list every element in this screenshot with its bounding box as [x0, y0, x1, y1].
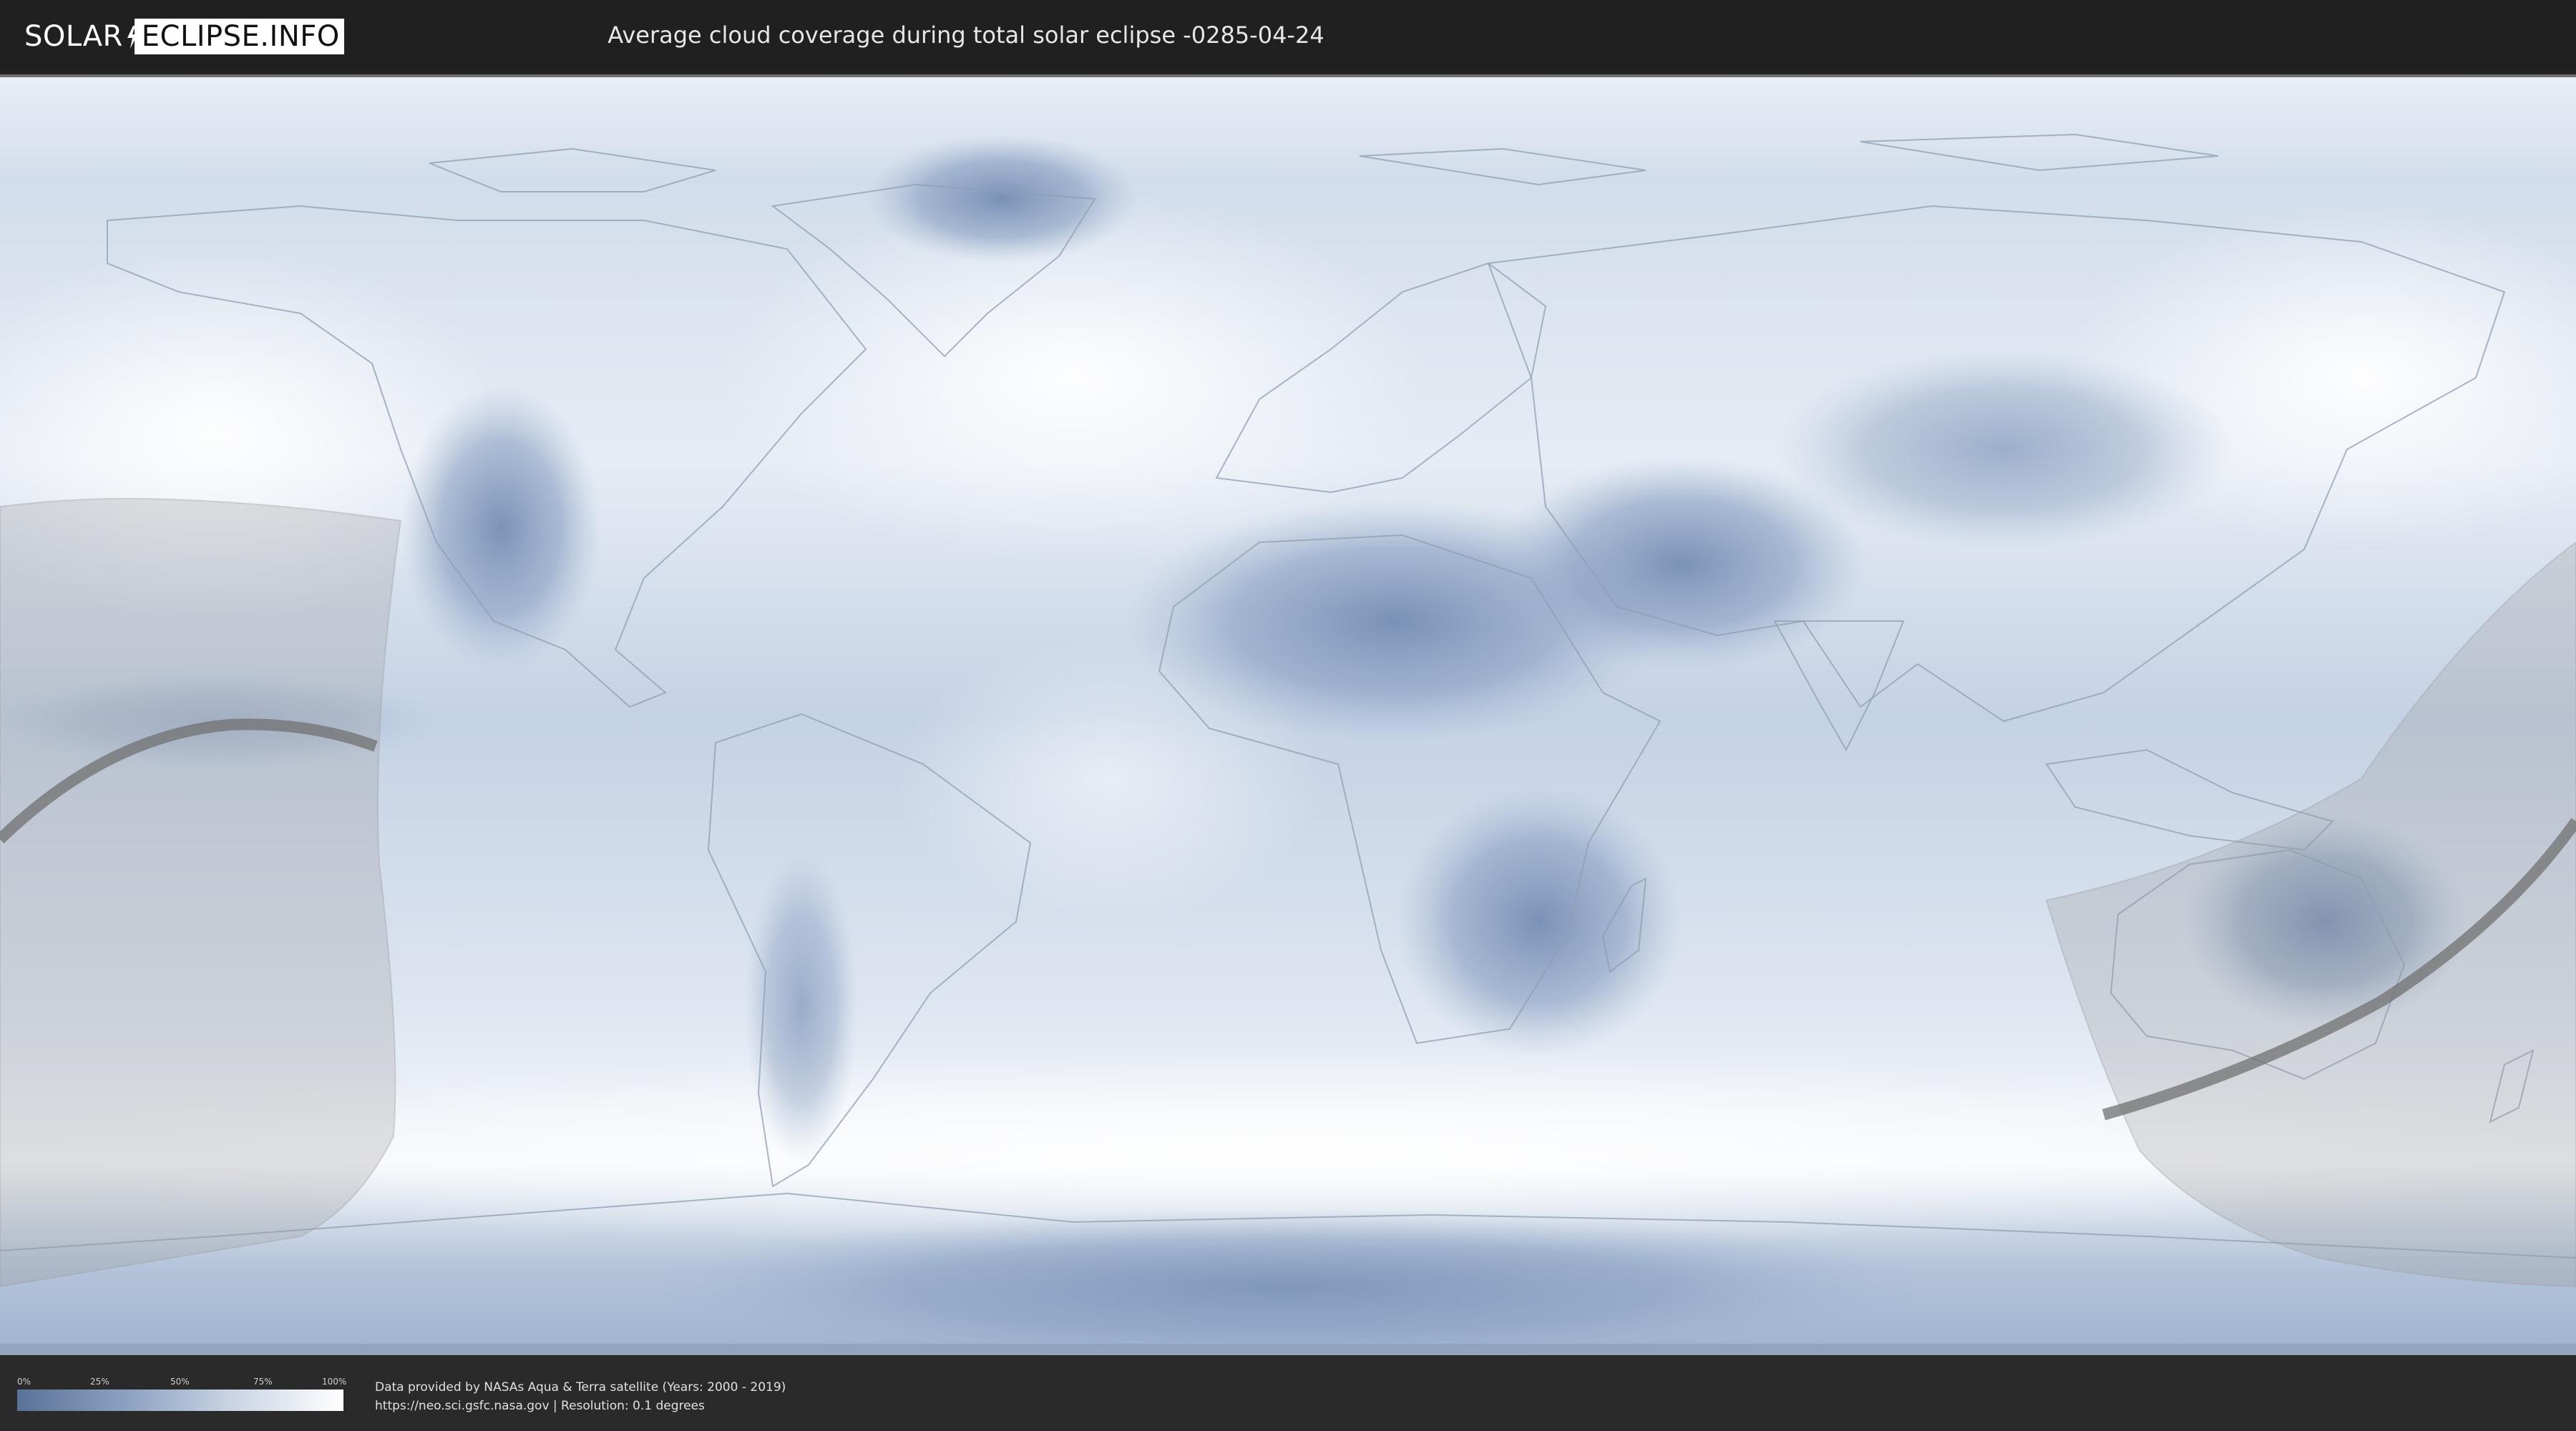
legend-gradient-bar: [17, 1390, 343, 1411]
eclipse-zone-west: [0, 497, 402, 1288]
cloud-coverage-legend: 0% 25% 50% 75% 100%: [17, 1377, 347, 1411]
legend-tick-100: 100%: [322, 1377, 347, 1387]
legend-ticks: 0% 25% 50% 75% 100%: [17, 1377, 347, 1390]
credits-line-url[interactable]: https://neo.sci.gsfc.nasa.gov | Resoluti…: [375, 1397, 786, 1415]
page-title: Average cloud coverage during total sola…: [608, 21, 1324, 49]
footer: 0% 25% 50% 75% 100% Data provided by NAS…: [0, 1355, 2576, 1431]
legend-tick-50: 50%: [170, 1377, 190, 1387]
credits-line-source: Data provided by NASAs Aqua & Terra sate…: [375, 1380, 786, 1395]
data-credits: Data provided by NASAs Aqua & Terra sate…: [375, 1378, 786, 1415]
cloud-coverage-map[interactable]: [0, 74, 2576, 1355]
legend-tick-75: 75%: [253, 1377, 273, 1387]
header: SOLAR ECLIPSE.INFO Average cloud coverag…: [0, 0, 2576, 70]
world-map-svg: [0, 77, 2576, 1355]
legend-tick-0: 0%: [17, 1377, 31, 1387]
page: SOLAR ECLIPSE.INFO Average cloud coverag…: [0, 0, 2576, 1431]
legend-tick-25: 25%: [90, 1377, 109, 1387]
